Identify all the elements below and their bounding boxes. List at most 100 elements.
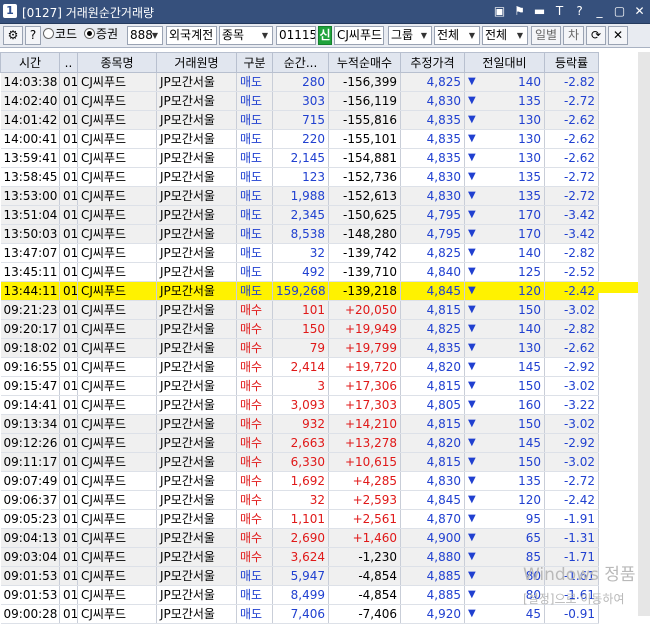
table-row[interactable]: 14:02:40 01 CJ씨푸드 JP모간서울 매도 303 -156,119 4,830 ▼… [0,91,599,111]
filter2-combo[interactable]: 전체 ▼ [482,26,528,45]
table-row[interactable]: 09:03:04 01 CJ씨푸드 JP모간서울 매수 3,624 -1,230 4,880 ▼… [0,547,599,567]
cell-type: 매도 [236,129,273,149]
table-row[interactable]: 09:04:13 01 CJ씨푸드 JP모간서울 매수 2,690 +1,460 4,900 ▼… [0,528,599,548]
table-row[interactable]: 09:13:34 01 CJ씨푸드 JP모간서울 매수 932 +14,210 4,815 ▼ 1… [0,414,599,434]
cell-qty: 5,947 [272,566,329,586]
cell-price: 4,845 [400,490,465,510]
down-arrow-icon: ▼ [468,570,476,581]
cell-broker: JP모간서울 [156,72,237,92]
cell-code: 01 [59,72,78,92]
daily-button[interactable]: 일별 [531,26,561,45]
col-qty-header[interactable]: 순간... [272,52,329,73]
help-button[interactable]: ? [25,26,41,45]
cell-qty: 3,093 [272,395,329,415]
table-row[interactable]: 13:45:11 01 CJ씨푸드 JP모간서울 매도 492 -139,710 4,840 ▼… [0,262,599,282]
cell-type: 매도 [236,281,273,301]
cell-rate: -1.31 [544,528,599,548]
col-name-header[interactable]: 종목명 [77,52,157,73]
table-row[interactable]: 09:16:55 01 CJ씨푸드 JP모간서울 매수 2,414 +19,720 4,820… [0,357,599,377]
cell-price: 4,815 [400,376,465,396]
cell-price: 4,830 [400,91,465,111]
flag-icon[interactable]: ⚑ [511,3,528,20]
cell-code: 01 [59,395,78,415]
table-row[interactable]: 09:18:02 01 CJ씨푸드 JP모간서울 매수 79 +19,799 4,835 ▼ 13… [0,338,599,358]
close-window-icon[interactable]: ✕ [631,3,648,20]
diff-value: 170 [518,227,541,241]
cell-rate: -2.82 [544,243,599,263]
cell-price: 4,840 [400,262,465,282]
table-row[interactable]: 09:06:37 01 CJ씨푸드 JP모간서울 매수 32 +2,593 4,845 ▼ 120… [0,490,599,510]
maximize-window-icon[interactable]: ▢ [611,3,628,20]
col-diff-header[interactable]: 전일대비 [464,52,545,73]
table-row[interactable]: 14:03:38 01 CJ씨푸드 JP모간서울 매도 280 -156,399 4,825 ▼… [0,72,599,92]
col-time-header[interactable]: 시간 [0,52,60,73]
cell-cum: -156,119 [328,91,401,111]
cell-cum: +19,720 [328,357,401,377]
table-row[interactable]: 13:50:03 01 CJ씨푸드 JP모간서울 매도 8,538 -148,280 4,79… [0,224,599,244]
table-row[interactable]: 14:01:42 01 CJ씨푸드 JP모간서울 매도 715 -155,816 4,835 ▼… [0,110,599,130]
radio-code[interactable]: 코드 [43,26,83,45]
account-type-field[interactable]: 외국계전 [166,26,217,45]
col-price-header[interactable]: 추정가격 [400,52,465,73]
broker-code-combo[interactable]: 888 ▼ [127,26,163,45]
minimize-icon[interactable]: ▬ [531,3,548,20]
cell-rate: -2.72 [544,167,599,187]
col-rate-header[interactable]: 등락률 [544,52,599,73]
table-row[interactable]: 09:21:23 01 CJ씨푸드 JP모간서울 매수 101 +20,050 4,815 ▼ 1… [0,300,599,320]
cell-cum: -150,625 [328,205,401,225]
table-row[interactable]: 13:59:41 01 CJ씨푸드 JP모간서울 매도 2,145 -154,881 4,83… [0,148,599,168]
diff-button[interactable]: 차 [563,26,584,45]
table-row[interactable]: 13:58:45 01 CJ씨푸드 JP모간서울 매도 123 -152,736 4,830 ▼… [0,167,599,187]
group-label: 그룹 [391,28,414,42]
stock-code-input[interactable]: 011150 [276,26,316,45]
vertical-scrollbar[interactable] [638,52,650,616]
cell-type: 매수 [236,376,273,396]
cell-qty: 2,345 [272,205,329,225]
col-broker-header[interactable]: 거래원명 [156,52,237,73]
cell-name: CJ씨푸드 [77,205,157,225]
sin-badge[interactable]: 신 [318,26,332,45]
cell-broker: JP모간서울 [156,319,237,339]
minimize-window-icon[interactable]: _ [591,3,608,20]
table-row[interactable]: 13:51:04 01 CJ씨푸드 JP모간서울 매도 2,345 -150,625 4,79… [0,205,599,225]
cell-broker: JP모간서울 [156,224,237,244]
text-icon[interactable]: T [551,3,568,20]
table-row[interactable]: 13:44:11 01 CJ씨푸드 JP모간서울 매도 159,268 -139,218 4,… [0,281,599,301]
table-row[interactable]: 09:20:17 01 CJ씨푸드 JP모간서울 매수 150 +19,949 4,825 ▼ 1… [0,319,599,339]
close-panel-button[interactable]: ✕ [608,26,628,45]
table-row[interactable]: 09:14:41 01 CJ씨푸드 JP모간서울 매수 3,093 +17,303 4,805… [0,395,599,415]
group-combo[interactable]: 그룹 ▼ [388,26,432,45]
chevron-down-icon: ▼ [468,31,476,40]
table-row[interactable]: 09:11:17 01 CJ씨푸드 JP모간서울 매수 6,330 +10,615 4,815… [0,452,599,472]
down-arrow-icon: ▼ [468,323,476,334]
cell-time: 13:47:07 [0,243,60,263]
cell-time: 09:21:23 [0,300,60,320]
table-row[interactable]: 14:00:41 01 CJ씨푸드 JP모간서울 매도 220 -155,101 4,835 ▼… [0,129,599,149]
col-cum-header[interactable]: 누적순매수 [328,52,401,73]
cell-rate: -2.62 [544,148,599,168]
cell-cum: +17,303 [328,395,401,415]
table-row[interactable]: 09:01:53 01 CJ씨푸드 JP모간서울 매도 5,947 -4,854 4,885 ▼… [0,566,599,586]
table-row[interactable]: 13:53:00 01 CJ씨푸드 JP모간서울 매도 1,988 -152,613 4,83… [0,186,599,206]
restore-icon[interactable]: ▣ [491,3,508,20]
stock-name-field[interactable]: CJ씨푸드 [334,26,384,45]
col-code-header[interactable]: .. [59,52,78,73]
filter1-combo[interactable]: 전체 ▼ [434,26,480,45]
refresh-button[interactable]: ⟳ [586,26,606,45]
cell-broker: JP모간서울 [156,205,237,225]
col-type-header[interactable]: 구분 [236,52,273,73]
item-type-combo[interactable]: 종목 ▼ [219,26,273,45]
cell-type: 매수 [236,357,273,377]
table-row[interactable]: 09:05:23 01 CJ씨푸드 JP모간서울 매수 1,101 +2,561 4,870 ▼… [0,509,599,529]
table-row[interactable]: 09:01:53 01 CJ씨푸드 JP모간서울 매도 8,499 -4,854 4,885 ▼… [0,585,599,605]
help-icon[interactable]: ? [571,3,588,20]
table-row[interactable]: 09:07:49 01 CJ씨푸드 JP모간서울 매수 1,692 +4,285 4,830 ▼… [0,471,599,491]
radio-stock[interactable]: 증권 [84,26,126,45]
cell-qty: 3 [272,376,329,396]
table-row[interactable]: 09:15:47 01 CJ씨푸드 JP모간서울 매수 3 +17,306 4,815 ▼ 150… [0,376,599,396]
cell-broker: JP모간서울 [156,91,237,111]
table-row[interactable]: 09:00:28 01 CJ씨푸드 JP모간서울 매도 7,406 -7,406 4,920 ▼… [0,604,599,624]
table-row[interactable]: 13:47:07 01 CJ씨푸드 JP모간서울 매도 32 -139,742 4,825 ▼ 1… [0,243,599,263]
settings-button[interactable]: ⚙ [3,26,23,45]
table-row[interactable]: 09:12:26 01 CJ씨푸드 JP모간서울 매수 2,663 +13,278 4,820… [0,433,599,453]
